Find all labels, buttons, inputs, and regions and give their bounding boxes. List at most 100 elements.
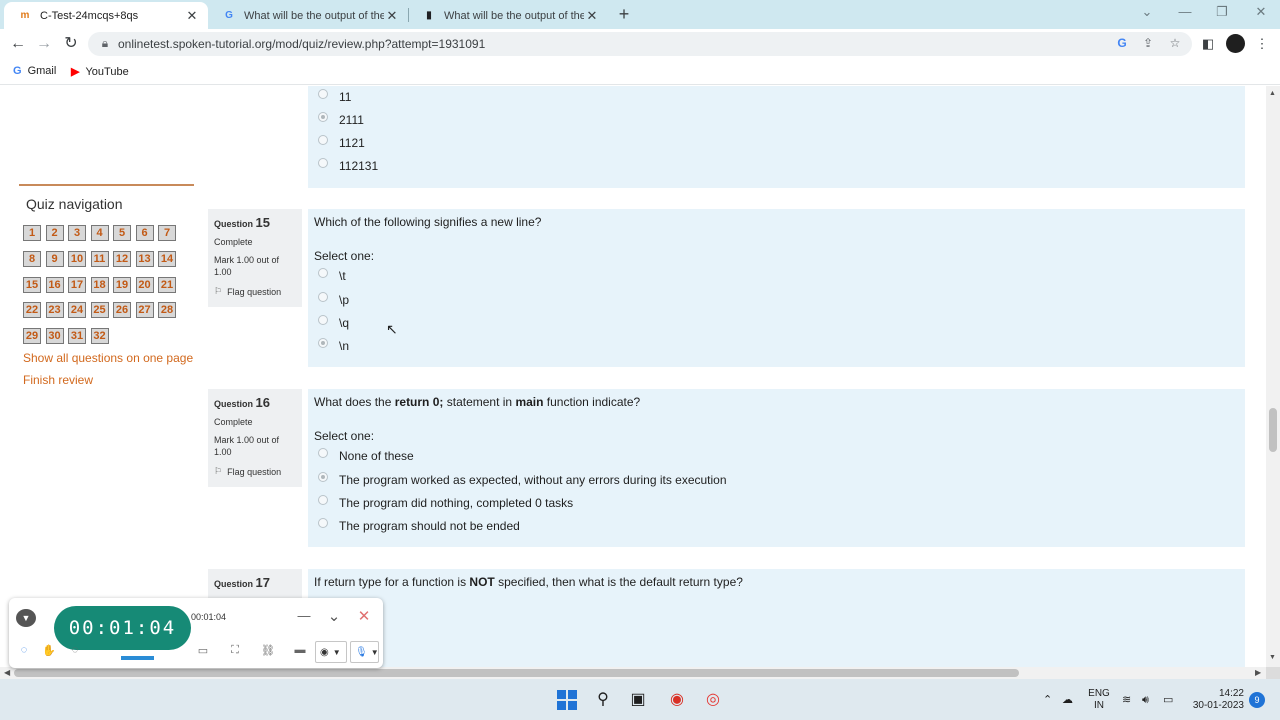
radio-button[interactable]	[318, 268, 328, 278]
quiz-nav-button[interactable]: 15	[23, 276, 41, 293]
tab-search-icon[interactable]: ⌄	[1132, 4, 1162, 20]
pen-tool-icon[interactable]: ◌	[66, 644, 84, 656]
bookmark-star-icon[interactable]: ☆	[1167, 36, 1183, 50]
answer-option[interactable]: \p	[318, 292, 349, 307]
close-icon[interactable]: ✕	[384, 8, 400, 24]
menu-icon[interactable]: ⋮	[1252, 34, 1272, 54]
answer-option[interactable]: 11	[318, 89, 351, 104]
collapse-icon[interactable]: ⌄	[325, 607, 343, 625]
answer-option[interactable]: 112131	[318, 158, 378, 173]
clock[interactable]: 14:22 30-01-2023	[1186, 688, 1244, 712]
quiz-nav-button[interactable]: 32	[90, 328, 109, 345]
scroll-down-icon[interactable]: ▼	[1269, 654, 1276, 661]
quiz-nav-button[interactable]: 12	[113, 250, 131, 267]
horizontal-scrollbar[interactable]: ◀ ▶	[0, 667, 1266, 679]
maximize-button[interactable]: ❐	[1207, 4, 1237, 20]
answer-option[interactable]: None of these	[318, 448, 414, 463]
radio-button[interactable]	[318, 158, 328, 168]
scroll-thumb[interactable]	[14, 669, 1019, 677]
start-button[interactable]	[557, 690, 577, 710]
flag-question[interactable]: ⚐ Flag question	[214, 466, 296, 477]
vertical-scrollbar[interactable]: ▲ ▼	[1266, 86, 1280, 667]
radio-button[interactable]	[318, 89, 328, 99]
quiz-nav-button[interactable]: 31	[68, 328, 86, 345]
quiz-nav-button[interactable]: 4	[90, 225, 109, 241]
window-capture-icon[interactable]: ▭	[194, 644, 212, 657]
radio-button[interactable]	[318, 518, 328, 528]
radio-button[interactable]	[318, 135, 328, 145]
answer-option[interactable]: The program did nothing, completed 0 tas…	[318, 495, 573, 510]
radio-button[interactable]	[318, 472, 328, 482]
quiz-nav-button[interactable]: 21	[158, 276, 176, 293]
minimize-icon[interactable]: —	[295, 608, 313, 623]
tab-page[interactable]: ▮ What will be the output of the fo ✕	[408, 2, 608, 29]
quiz-nav-button[interactable]: 3	[68, 225, 86, 241]
close-icon[interactable]: ✕	[584, 8, 600, 24]
side-panel-icon[interactable]: ◧	[1198, 34, 1218, 54]
quiz-nav-button[interactable]: 6	[135, 225, 154, 241]
quiz-nav-button[interactable]: 10	[68, 250, 86, 267]
finish-review-link[interactable]: Finish review	[23, 373, 93, 387]
minimize-button[interactable]: —	[1170, 4, 1200, 19]
address-bar[interactable]: 🔒︎ onlinetest.spoken-tutorial.org/mod/qu…	[88, 32, 1192, 56]
new-tab-button[interactable]: +	[614, 4, 634, 24]
wifi-icon[interactable]: ≋	[1122, 694, 1131, 706]
radio-button[interactable]	[318, 495, 328, 505]
show-all-link[interactable]: Show all questions on one page	[23, 351, 193, 365]
close-icon[interactable]: ✕	[355, 607, 373, 625]
google-lens-icon[interactable]: G	[1114, 36, 1130, 50]
back-button[interactable]: ←	[8, 34, 28, 54]
quiz-nav-button[interactable]: 5	[113, 225, 131, 241]
tab-google-search[interactable]: G What will be the output of the pr ✕	[208, 2, 408, 29]
quiz-nav-button[interactable]: 29	[23, 328, 41, 345]
quiz-nav-button[interactable]: 17	[68, 276, 86, 293]
battery-icon[interactable]: ▭	[1163, 694, 1173, 706]
scroll-up-icon[interactable]: ▲	[1269, 90, 1276, 97]
answer-option[interactable]: \t	[318, 268, 346, 283]
webcam-dropdown[interactable]: ◉ ▼	[315, 641, 347, 663]
quiz-nav-button[interactable]: 22	[23, 302, 41, 319]
quiz-nav-button[interactable]: 14	[158, 250, 176, 267]
radio-button[interactable]	[318, 292, 328, 302]
task-view-icon[interactable]: ▣	[627, 689, 649, 711]
flag-question[interactable]: ⚐ Flag question	[214, 286, 296, 297]
radio-button[interactable]	[318, 315, 328, 325]
quiz-nav-button[interactable]: 30	[45, 328, 64, 345]
recorder-app-icon[interactable]: ◎	[702, 689, 724, 711]
quiz-nav-button[interactable]: 26	[113, 302, 131, 319]
quiz-nav-button[interactable]: 24	[68, 302, 86, 319]
scroll-thumb[interactable]	[1269, 408, 1277, 452]
volume-icon[interactable]: 🔊︎	[1142, 694, 1149, 706]
answer-option[interactable]: The program worked as expected, without …	[318, 472, 727, 487]
bookmark-youtube[interactable]: ▶ YouTube	[71, 65, 129, 79]
show-hidden-icons[interactable]: ⌃	[1043, 694, 1052, 706]
quiz-nav-button[interactable]: 18	[90, 276, 109, 293]
quiz-nav-button[interactable]: 23	[45, 302, 64, 319]
quiz-nav-button[interactable]: 2	[45, 225, 64, 241]
reload-button[interactable]: ↻	[61, 34, 81, 54]
scroll-left-icon[interactable]: ◀	[4, 668, 10, 677]
quiz-nav-button[interactable]: 8	[23, 250, 41, 267]
hand-tool-icon[interactable]: ✋	[40, 644, 58, 657]
microphone-dropdown[interactable]: 🎙︎ ▼	[350, 641, 379, 663]
fullscreen-icon[interactable]: ⛶	[226, 644, 244, 657]
quiz-nav-button[interactable]: 1	[23, 225, 41, 241]
tab-quiz[interactable]: m C-Test-24mcqs+8qs ✕	[4, 2, 208, 29]
link-icon[interactable]: ⛓	[259, 644, 277, 657]
folder-icon[interactable]: ▬	[291, 644, 309, 656]
language-indicator[interactable]: ENG IN	[1086, 688, 1112, 712]
quiz-nav-button[interactable]: 11	[90, 250, 109, 267]
forward-button[interactable]: →	[34, 34, 54, 54]
answer-option[interactable]: The program should not be ended	[318, 518, 520, 533]
quiz-nav-button[interactable]: 13	[135, 250, 154, 267]
bookmark-gmail[interactable]: G Gmail	[13, 65, 56, 77]
avatar[interactable]	[1226, 34, 1245, 53]
share-icon[interactable]: ⇪	[1140, 36, 1156, 50]
answer-option[interactable]: \q	[318, 315, 349, 330]
radio-button[interactable]	[318, 112, 328, 122]
recorder-menu-icon[interactable]: ▼	[16, 609, 36, 627]
quiz-nav-button[interactable]: 19	[113, 276, 131, 293]
notification-badge[interactable]: 9	[1249, 692, 1265, 708]
answer-option[interactable]: 1121	[318, 135, 365, 150]
quiz-nav-button[interactable]: 16	[45, 276, 64, 293]
